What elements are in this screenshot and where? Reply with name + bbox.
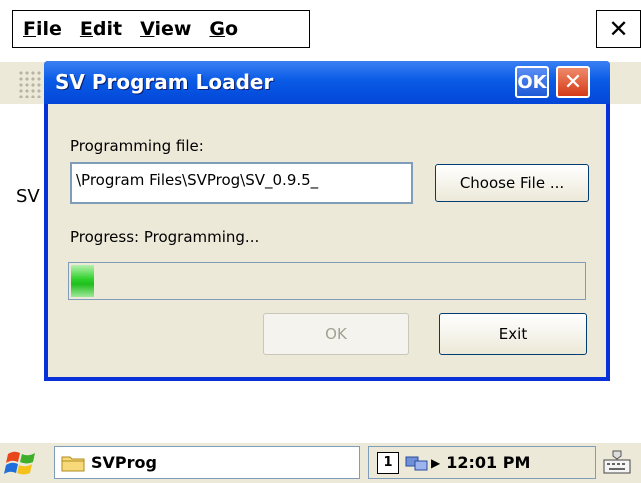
title-ok-button[interactable]: OK xyxy=(515,66,549,98)
programming-file-input[interactable]: \Program Files\SVProg\SV_0.9.5_ xyxy=(70,162,413,204)
taskbar-button-label: SVProg xyxy=(91,453,157,472)
start-flag-icon[interactable] xyxy=(4,448,40,478)
dialog-title: SV Program Loader xyxy=(55,70,274,94)
window-close-button[interactable]: ✕ xyxy=(596,10,641,48)
progress-label: Progress: Programming... xyxy=(70,228,260,246)
close-icon: ✕ xyxy=(563,69,583,95)
ok-button[interactable]: OK xyxy=(263,313,409,355)
system-tray: 1 ▶ 12:01 PM xyxy=(368,446,596,479)
title-close-button[interactable]: ✕ xyxy=(556,66,590,98)
dialog-title-bar[interactable]: SV Program Loader OK ✕ xyxy=(44,61,610,104)
menu-bar: File Edit View Go xyxy=(12,10,310,48)
menu-go[interactable]: Go xyxy=(209,18,238,40)
keyboard-icon[interactable] xyxy=(603,449,631,475)
toolbar-gripper-icon[interactable] xyxy=(18,70,42,98)
tray-indicator[interactable]: 1 xyxy=(377,451,399,474)
programming-file-label: Programming file: xyxy=(70,137,204,155)
dialog-body: Programming file: \Program Files\SVProg\… xyxy=(48,104,606,377)
clock[interactable]: 12:01 PM xyxy=(446,453,530,472)
background-text: SV xyxy=(16,186,40,207)
close-icon: ✕ xyxy=(608,15,629,43)
menu-file[interactable]: File xyxy=(23,18,62,40)
taskbar-button-svprog[interactable]: SVProg xyxy=(54,446,360,479)
progress-bar-fill xyxy=(71,265,94,297)
menu-edit[interactable]: Edit xyxy=(80,18,122,40)
progress-bar xyxy=(68,262,586,300)
exit-button[interactable]: Exit xyxy=(439,313,587,355)
choose-file-button[interactable]: Choose File ... xyxy=(435,164,589,202)
folder-icon xyxy=(61,456,85,471)
tray-arrow-icon[interactable]: ▶ xyxy=(431,456,440,470)
program-loader-dialog: SV Program Loader OK ✕ Programming file:… xyxy=(44,61,610,381)
menu-view[interactable]: View xyxy=(140,18,191,40)
network-icon[interactable] xyxy=(405,453,429,473)
